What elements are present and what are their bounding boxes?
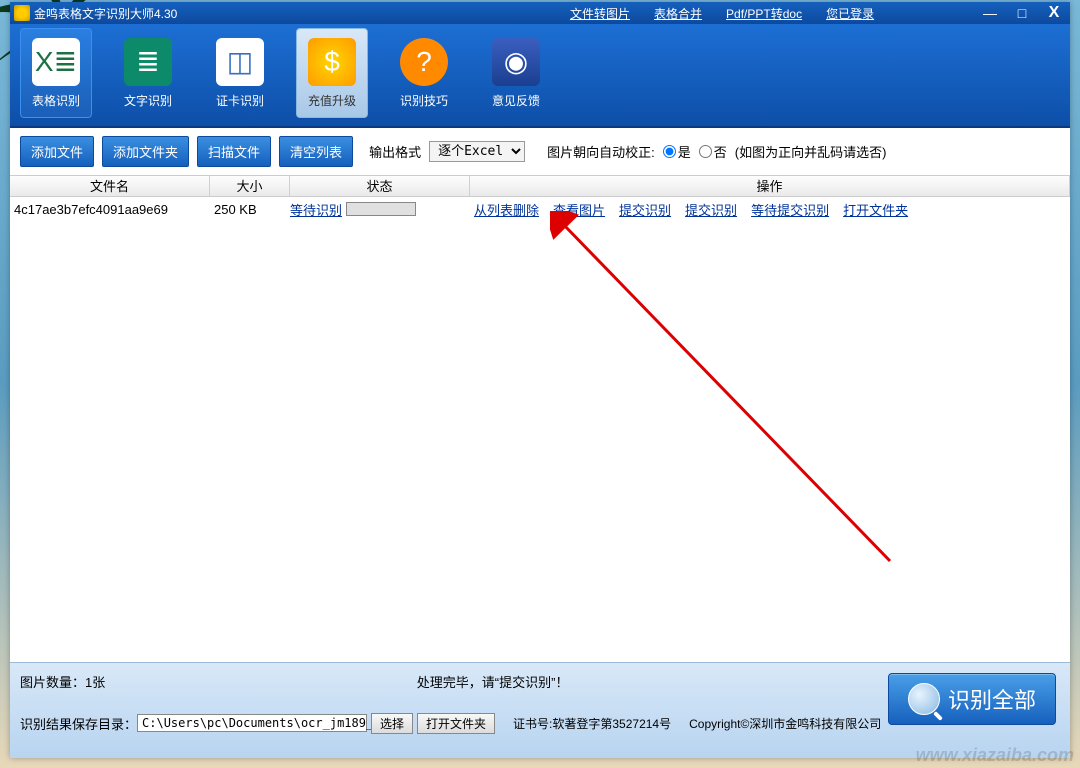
op-delete[interactable]: 从列表删除	[474, 200, 539, 219]
orientation-hint: (如图为正向并乱码请选否)	[735, 142, 887, 161]
app-title: 金鸣表格文字识别大师4.30	[34, 5, 177, 22]
op-wait-submit[interactable]: 等待提交识别	[751, 200, 829, 219]
add-file-button[interactable]: 添加文件	[20, 136, 94, 167]
col-status[interactable]: 状态	[290, 176, 470, 196]
idcard-icon: ◫	[216, 38, 264, 86]
ribbon-table-ocr[interactable]: X≣表格识别	[20, 28, 92, 118]
cert-number: 证书号:软著登字第3527214号	[513, 715, 671, 732]
save-dir-label: 识别结果保存目录：	[20, 714, 137, 733]
app-icon	[14, 5, 30, 21]
op-open-folder[interactable]: 打开文件夹	[843, 200, 908, 219]
cell-filename: 4c17ae3b7efc4091aa9e69	[10, 202, 210, 217]
op-view-image[interactable]: 查看图片	[553, 200, 605, 219]
coin-icon: $	[308, 38, 356, 86]
minimize-button[interactable]: —	[974, 2, 1006, 24]
title-bar: 金鸣表格文字识别大师4.30 文件转图片 表格合并 Pdf/PPT转doc 您已…	[10, 2, 1070, 24]
orientation-no-radio[interactable]	[699, 145, 712, 158]
open-folder-button[interactable]: 打开文件夹	[417, 713, 495, 734]
col-filename[interactable]: 文件名	[10, 176, 210, 196]
help-icon: ?	[400, 38, 448, 86]
cell-size: 250 KB	[210, 202, 290, 217]
text-icon: ≣	[124, 38, 172, 86]
annotation-arrow	[550, 211, 910, 571]
magnifier-icon	[908, 683, 940, 715]
table-header: 文件名 大小 状态 操作	[10, 175, 1070, 197]
scan-button[interactable]: 扫描文件	[197, 136, 271, 167]
ribbon-tips[interactable]: ?识别技巧	[388, 28, 460, 118]
excel-icon: X≣	[32, 38, 80, 86]
col-ops[interactable]: 操作	[470, 176, 1070, 196]
link-merge-tables[interactable]: 表格合并	[654, 5, 702, 22]
ribbon-upgrade[interactable]: $充值升级	[296, 28, 368, 118]
bottom-bar: 图片数量：1张 处理完毕，请“提交识别”！ 识别结果保存目录： C:\Users…	[10, 662, 1070, 758]
link-file-to-image[interactable]: 文件转图片	[570, 5, 630, 22]
file-table: 文件名 大小 状态 操作 4c17ae3b7efc4091aa9e69 250 …	[10, 175, 1070, 662]
qq-icon: ◉	[492, 38, 540, 86]
table-row[interactable]: 4c17ae3b7efc4091aa9e69 250 KB 等待识别 从列表删除…	[10, 197, 1070, 221]
orientation-yes-radio[interactable]	[663, 145, 676, 158]
close-button[interactable]: X	[1038, 2, 1070, 24]
recognize-all-button[interactable]: 识别全部	[888, 673, 1056, 725]
action-toolbar: 添加文件 添加文件夹 扫描文件 清空列表 输出格式 逐个Excel 图片朝向自动…	[10, 126, 1070, 175]
clear-list-button[interactable]: 清空列表	[279, 136, 353, 167]
link-logged-in[interactable]: 您已登录	[826, 5, 874, 22]
link-pdf-ppt-doc[interactable]: Pdf/PPT转doc	[726, 5, 802, 22]
ribbon-feedback[interactable]: ◉意见反馈	[480, 28, 552, 118]
status-link[interactable]: 等待识别	[290, 200, 342, 219]
titlebar-links: 文件转图片 表格合并 Pdf/PPT转doc 您已登录	[570, 5, 874, 22]
save-path[interactable]: C:\Users\pc\Documents\ocr_jm189_cn\	[137, 714, 367, 732]
output-format-label: 输出格式	[369, 142, 421, 161]
ribbon: X≣表格识别 ≣文字识别 ◫证卡识别 $充值升级 ?识别技巧 ◉意见反馈	[10, 24, 1070, 126]
copyright: Copyright©深圳市金鸣科技有限公司	[689, 715, 881, 732]
done-message: 处理完毕，请“提交识别”！	[417, 672, 569, 691]
maximize-button[interactable]: □	[1006, 2, 1038, 24]
ribbon-card-ocr[interactable]: ◫证卡识别	[204, 28, 276, 118]
op-submit-ocr[interactable]: 提交识别	[619, 200, 671, 219]
add-folder-button[interactable]: 添加文件夹	[102, 136, 189, 167]
progress-bar	[346, 202, 416, 216]
image-count: 图片数量：1张	[20, 672, 105, 691]
choose-folder-button[interactable]: 选择	[371, 713, 413, 734]
orientation-label: 图片朝向自动校正:	[547, 142, 655, 161]
ribbon-text-ocr[interactable]: ≣文字识别	[112, 28, 184, 118]
op-submit-ocr-2[interactable]: 提交识别	[685, 200, 737, 219]
output-format-select[interactable]: 逐个Excel	[429, 141, 525, 162]
col-size[interactable]: 大小	[210, 176, 290, 196]
